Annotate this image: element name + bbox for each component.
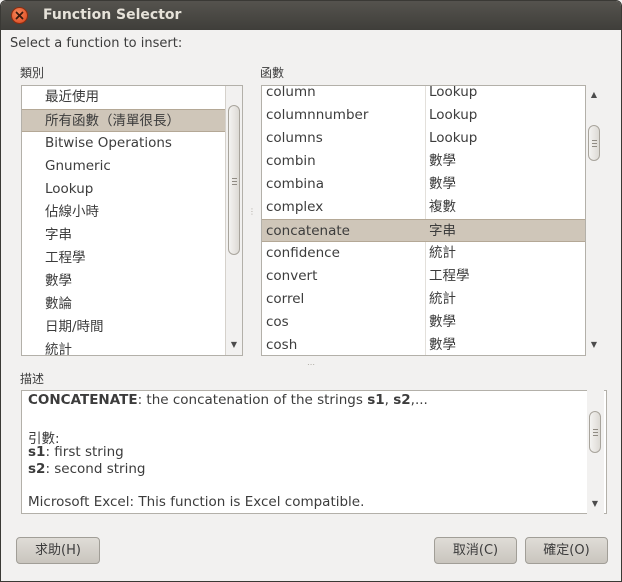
function-name-cell: columnnumber — [266, 107, 369, 123]
scroll-down-arrow-icon[interactable]: ▼ — [226, 338, 242, 352]
description-panel: CONCATENATE: the concatenation of the st… — [21, 390, 607, 514]
function-category-cell: Lookup — [429, 130, 478, 146]
function-category-cell: Lookup — [429, 107, 478, 123]
function-category-cell: 字串 — [429, 223, 456, 239]
function-name-cell: complex — [266, 199, 324, 215]
function-category-cell: 統計 — [429, 245, 456, 261]
function-name-cell: combin — [266, 153, 316, 169]
category-scrollbar[interactable]: ▼ — [225, 86, 242, 355]
function-row[interactable]: cos 數學 — [262, 311, 585, 334]
category-label: 所有函數（清單很長） — [45, 113, 180, 129]
function-row[interactable]: complex 複數 — [262, 196, 585, 219]
function-selector-dialog: Function Selector Select a function to i… — [0, 0, 622, 582]
description-scrollbar[interactable]: ▼ — [587, 390, 604, 514]
function-category-cell: 數學 — [429, 176, 456, 192]
category-item[interactable]: 佔線小時 — [22, 201, 225, 224]
category-label: 最近使用 — [45, 89, 99, 105]
category-label: 日期/時間 — [45, 319, 104, 335]
category-item[interactable]: 數論 — [22, 293, 225, 316]
function-header: 函數 — [260, 66, 285, 80]
function-row[interactable]: confidence 統計 — [262, 242, 585, 265]
window-title: Function Selector — [43, 7, 182, 23]
category-label: 佔線小時 — [45, 204, 99, 220]
category-item[interactable]: 數學 — [22, 270, 225, 293]
function-name: CONCATENATE — [28, 392, 138, 408]
category-item[interactable]: Lookup — [22, 178, 225, 201]
function-row[interactable]: combina 數學 — [262, 173, 585, 196]
scroll-up-arrow-icon[interactable]: ▲ — [586, 88, 602, 102]
function-row[interactable]: correl 統計 — [262, 288, 585, 311]
function-row[interactable]: concatenate 字串 — [262, 219, 585, 242]
function-name-cell: column — [266, 85, 316, 100]
function-row[interactable]: column Lookup — [262, 85, 585, 104]
scroll-down-arrow-icon[interactable]: ▼ — [587, 497, 603, 511]
category-label: Lookup — [45, 181, 94, 197]
category-item[interactable]: Gnumeric — [22, 155, 225, 178]
description-summary: CONCATENATE: the concatenation of the st… — [28, 392, 428, 408]
category-label: 統計 — [45, 342, 72, 356]
function-name-cell: correl — [266, 291, 305, 307]
description-scroll-thumb[interactable] — [589, 411, 601, 453]
vertical-pane-handle[interactable]: ⋮ — [248, 207, 256, 216]
category-label: 數學 — [45, 273, 72, 289]
function-name-cell: concatenate — [266, 223, 350, 239]
function-name-cell: columns — [266, 130, 323, 146]
category-item[interactable]: 工程學 — [22, 247, 225, 270]
function-list[interactable]: column Lookup columnnumber Lookup columns Loo… — [261, 85, 586, 356]
function-scroll-thumb[interactable] — [588, 125, 600, 161]
scroll-down-arrow-icon[interactable]: ▼ — [586, 338, 602, 352]
function-name-cell: confidence — [266, 245, 340, 261]
function-category-cell: 數學 — [429, 314, 456, 330]
category-item[interactable]: Bitwise Operations — [22, 132, 225, 155]
argument-s2: s2: second string — [28, 461, 146, 477]
function-row[interactable]: cosh 數學 — [262, 334, 585, 355]
function-row[interactable]: columns Lookup — [262, 127, 585, 150]
close-icon — [15, 11, 24, 20]
category-item[interactable]: 統計 — [22, 339, 225, 356]
category-item[interactable]: 字串 — [22, 224, 225, 247]
function-category-cell: Lookup — [429, 85, 478, 100]
function-row[interactable]: columnnumber Lookup — [262, 104, 585, 127]
function-name-cell: cosh — [266, 337, 298, 353]
category-label: 字串 — [45, 227, 72, 243]
instruction-text: Select a function to insert: — [10, 36, 183, 51]
function-category-cell: 工程學 — [429, 268, 470, 284]
category-list[interactable]: 最近使用所有函數（清單很長） Bitwise Operations Gnumeric… — [21, 85, 243, 356]
category-item[interactable]: 最近使用 — [22, 86, 225, 109]
function-row[interactable]: convert 工程學 — [262, 265, 585, 288]
category-label: Gnumeric — [45, 158, 111, 174]
function-name-cell: cos — [266, 314, 289, 330]
function-category-cell: 統計 — [429, 291, 456, 307]
horizontal-pane-handle[interactable]: ⋯ — [307, 360, 315, 369]
argument-s1: s1: first string — [28, 444, 124, 460]
category-label: 數論 — [45, 296, 72, 312]
excel-compat-note: Microsoft Excel: This function is Excel … — [28, 494, 365, 510]
function-category-cell: 複數 — [429, 199, 456, 215]
category-scroll-thumb[interactable] — [228, 105, 240, 255]
cancel-button[interactable]: 取消(C) — [434, 537, 517, 564]
category-label: Bitwise Operations — [45, 135, 172, 151]
function-scrollbar[interactable]: ▲ ▼ — [586, 85, 603, 356]
function-name-cell: convert — [266, 268, 318, 284]
help-button[interactable]: 求助(H) — [16, 537, 100, 564]
description-header: 描述 — [20, 372, 45, 386]
category-header: 類別 — [20, 66, 45, 80]
ok-button[interactable]: 確定(O) — [525, 537, 608, 564]
function-category-cell: 數學 — [429, 337, 456, 353]
function-name-cell: combina — [266, 176, 324, 192]
close-button[interactable] — [11, 7, 28, 24]
category-item[interactable]: 日期/時間 — [22, 316, 225, 339]
category-label: 工程學 — [45, 250, 86, 266]
function-row[interactable]: combin 數學 — [262, 150, 585, 173]
category-item[interactable]: 所有函數（清單很長） — [22, 109, 225, 132]
titlebar: Function Selector — [1, 1, 621, 30]
function-category-cell: 數學 — [429, 153, 456, 169]
